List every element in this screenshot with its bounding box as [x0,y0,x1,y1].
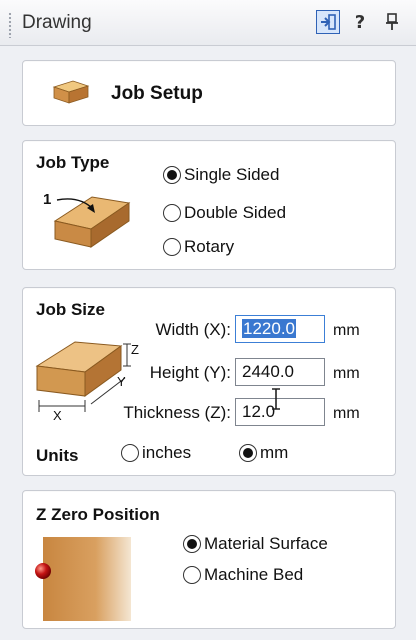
radio-unselected-icon [163,204,181,222]
panel-header: Drawing ? [0,0,416,46]
machine-bed-radio[interactable]: Machine Bed [183,565,303,585]
help-button[interactable]: ? [348,10,372,34]
job-setup-button[interactable]: Job Setup [25,63,393,123]
units-inches-radio[interactable]: inches [121,443,191,463]
x-axis-label: X [53,408,62,423]
single-sided-label: Single Sided [184,165,280,184]
height-label: Height (Y): [149,363,231,382]
machine-bed-label: Machine Bed [204,565,304,584]
job-size-title: Job Size [36,300,105,319]
radio-selected-icon [239,444,257,462]
single-sided-radio[interactable]: Single Sided [163,165,279,185]
radio-selected-icon [163,166,181,184]
dock-arrow-icon[interactable] [316,10,340,34]
pin-icon[interactable] [380,10,404,34]
width-unit: mm [333,322,360,339]
text-cursor-icon [272,388,280,410]
single-sided-diagram [53,196,131,248]
job-type-title: Job Type [36,153,110,172]
side-number-label: 1 [43,191,52,208]
header-controls: ? [316,10,404,34]
rotary-radio[interactable]: Rotary [163,237,234,257]
double-sided-label: Double Sided [184,203,287,222]
material-block-icon [52,80,90,104]
rotary-label: Rotary [184,237,235,256]
mm-label: mm [260,443,289,462]
job-setup-panel: Job Setup [22,60,396,126]
thickness-unit: mm [333,405,360,422]
material-surface-radio[interactable]: Material Surface [183,534,328,554]
radio-selected-icon [183,535,201,553]
thickness-label: Thickness (Z): [123,403,231,422]
radio-unselected-icon [121,444,139,462]
z-zero-title: Z Zero Position [36,505,160,524]
z-zero-diagram [35,537,131,621]
width-label: Width (X): [155,320,231,339]
panel-title: Drawing [22,12,92,33]
height-input[interactable]: 2440.0 [235,358,325,386]
units-label: Units [36,446,79,465]
width-value: 1220.0 [242,319,296,338]
radio-unselected-icon [163,238,181,256]
job-size-panel: Job Size Z Y X Width (X): 1220.0 mm Heig… [22,287,396,476]
units-mm-radio[interactable]: mm [239,443,288,463]
z-zero-panel: Z Zero Position Material Surface Machine… [22,490,396,629]
job-type-panel: Job Type 1 Single Sided Double Sided Rot… [22,140,396,270]
z-axis-label: Z [131,342,139,357]
grip-handle[interactable] [8,12,12,38]
double-sided-radio[interactable]: Double Sided [163,203,286,223]
material-surface-label: Material Surface [204,534,328,553]
width-input[interactable]: 1220.0 [235,315,325,343]
height-unit: mm [333,365,360,382]
radio-unselected-icon [183,566,201,584]
inches-label: inches [142,443,192,462]
job-setup-label: Job Setup [111,83,203,104]
height-value: 2440.0 [242,362,294,381]
